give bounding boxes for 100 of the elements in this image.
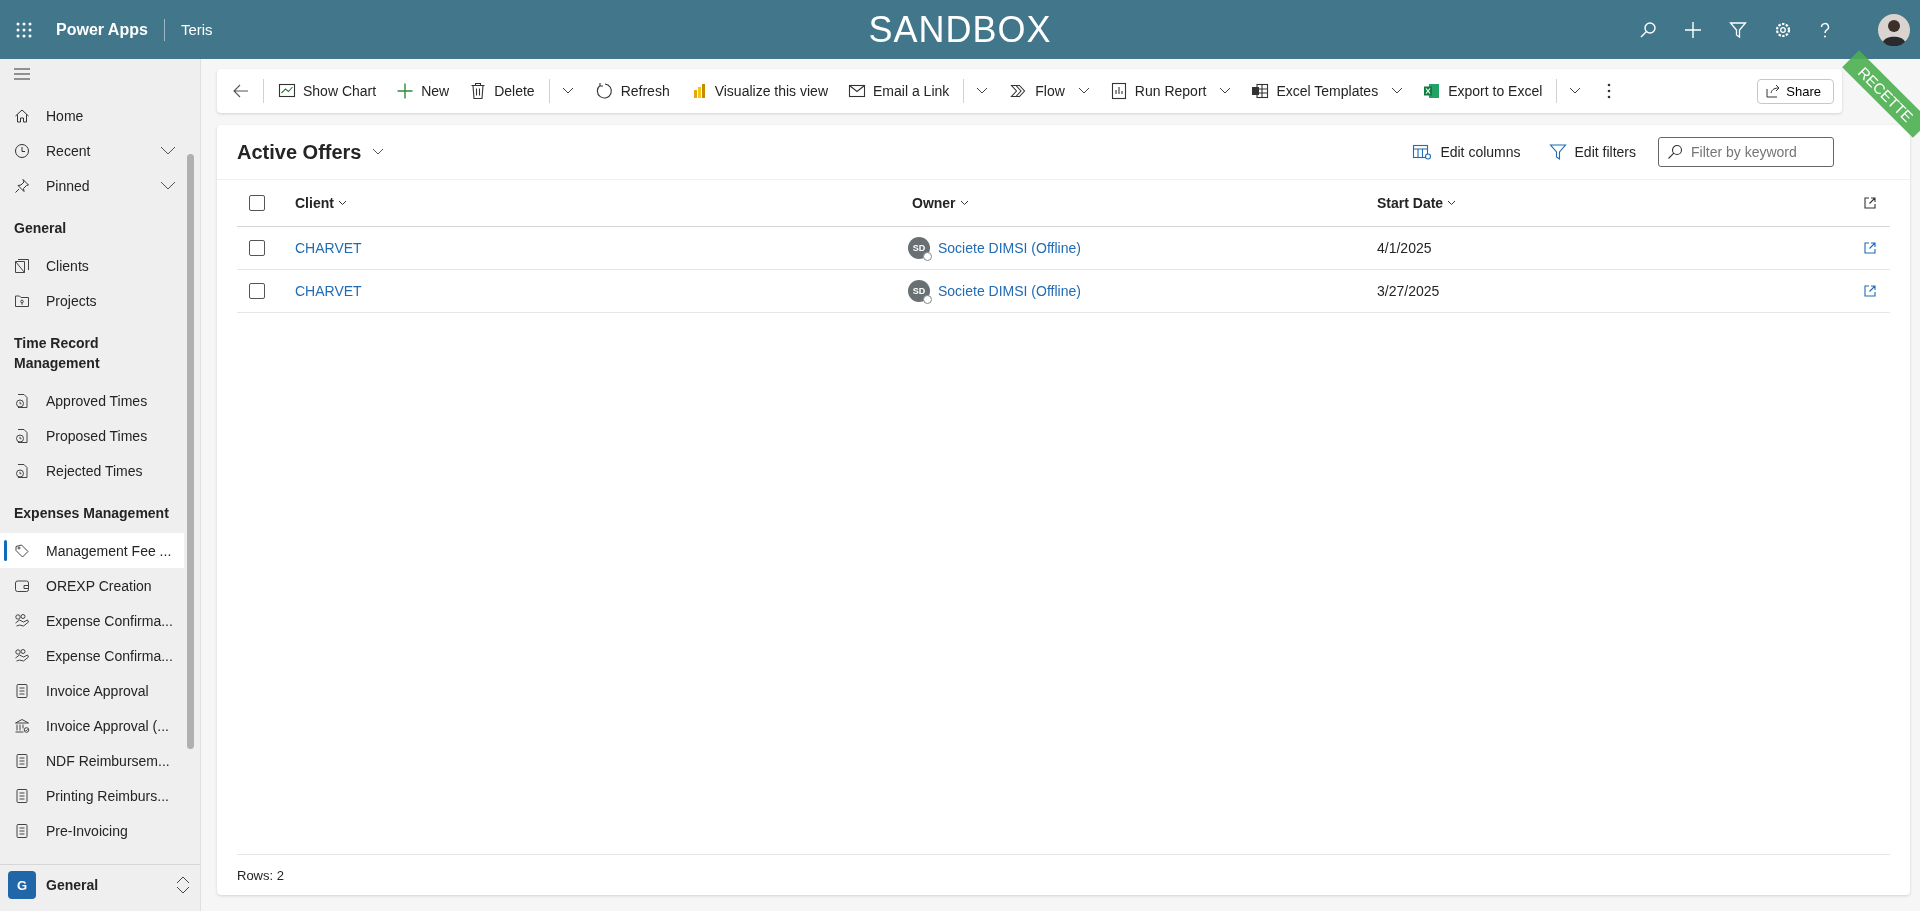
document-icon [14,822,30,839]
chevron-down-icon [1219,87,1232,95]
menu-icon[interactable] [14,68,30,80]
toolbar-button[interactable]: Export to Excel [1413,76,1553,106]
nav-item[interactable]: Recent [0,133,184,168]
owner-link[interactable]: Societe DIMSI (Offline) [938,240,1081,256]
open-external-icon[interactable] [1864,285,1876,297]
chart-icon [278,82,296,100]
column-header[interactable]: Client [295,195,334,211]
search-icon[interactable] [1639,20,1657,39]
nav-item[interactable]: Clients [0,248,184,283]
wallet-icon [14,577,30,594]
environment-name[interactable]: Teris [180,21,213,38]
toolbar-button[interactable]: Show Chart [268,76,387,106]
nav-item[interactable]: OREXP Creation [0,568,184,603]
chevron-down-icon[interactable] [959,200,969,206]
toolbar-button[interactable]: Run Report [1099,76,1242,106]
chevron-down-icon[interactable] [337,200,347,206]
edit-columns-button[interactable]: Edit columns [1406,142,1527,162]
home-icon [14,107,30,124]
toolbar-button[interactable]: New [386,76,460,106]
nav-item[interactable]: Proposed Times [0,418,184,453]
chevron-down-icon[interactable] [1447,200,1457,206]
open-external-icon[interactable] [1864,197,1876,209]
table-cell: 3/27/2025 [1377,283,1440,299]
up-down-chevron-icon [176,876,190,894]
nav-item[interactable]: Home [0,98,184,133]
banner-text: SANDBOX [868,8,1052,51]
owner-link[interactable]: Societe DIMSI (Offline) [938,283,1081,299]
app-name[interactable]: Power Apps [56,20,148,39]
nav-item[interactable]: Printing Reimburs... [0,778,184,813]
chevron-down-icon[interactable] [160,146,176,155]
table-settings-icon [1412,143,1433,161]
nav-item[interactable]: Projects [0,283,184,318]
scrollbar-thumb[interactable] [187,154,194,749]
owner-avatar: SD [908,280,930,302]
filter-field[interactable]: Filter by keyword [1658,137,1834,167]
chevron-down-icon[interactable] [561,87,574,95]
handshake-icon [14,612,30,629]
envelope-icon [848,82,867,100]
toolbar-button[interactable]: Excel Templates [1241,76,1414,106]
tag-icon [14,542,30,559]
document-clock-icon [14,427,30,444]
more-options-icon[interactable] [1607,83,1612,99]
help-icon[interactable] [1819,20,1831,39]
owner-avatar: SD [908,237,930,259]
nav-item[interactable]: Pinned [0,168,184,203]
nav-item[interactable]: Rejected Times [0,453,184,488]
chevron-down-icon[interactable] [160,181,176,190]
toolbar-button[interactable]: Flow [1000,76,1100,106]
nav-item[interactable]: Invoice Approval [0,673,184,708]
toolbar-button[interactable]: Delete [459,76,545,106]
toolbar-button[interactable]: Refresh [585,76,680,106]
document-icon [14,787,30,804]
search-icon [1667,144,1683,160]
area-switcher[interactable]: G General [0,864,200,911]
row-count: Rows: 2 [237,867,284,883]
spreadsheet-icon [1251,82,1270,100]
nav-item[interactable]: Approved Times [0,383,184,418]
nav-group-title: Expenses Management [13,504,170,523]
chevron-down-icon[interactable] [371,148,384,156]
chevron-down-icon[interactable] [1569,87,1582,95]
chevron-down-icon[interactable] [976,87,989,95]
chevron-down-icon [1391,87,1404,95]
row-checkbox[interactable] [249,283,265,299]
row-checkbox[interactable] [249,240,265,256]
edit-filters-button[interactable]: Edit filters [1542,142,1642,162]
toolbar-button[interactable]: Email a Link [838,76,960,106]
view-title[interactable]: Active Offers [237,140,362,164]
column-header[interactable]: Start Date [1377,195,1444,211]
filter-icon[interactable] [1729,20,1747,39]
folder-icon [14,292,30,309]
report-icon [1109,82,1128,100]
nav-item[interactable]: Invoice Approval (... [0,708,184,743]
nav-item[interactable]: Management Fee ... [0,533,184,568]
app-launcher-icon[interactable] [16,21,32,38]
client-link[interactable]: CHARVET [295,240,362,256]
nav-item[interactable]: NDF Reimbursem... [0,743,184,778]
nav-group-title: Time Record Management [13,334,101,373]
chevron-down-icon [1077,87,1090,95]
plus-icon [396,82,415,100]
share-button[interactable]: Share [1757,78,1834,104]
handshake-icon [14,647,30,664]
open-external-icon[interactable] [1864,242,1876,254]
nav-item[interactable]: Expense Confirma... [0,603,184,638]
document-clock-icon [14,392,30,409]
plus-icon[interactable] [1684,20,1702,39]
settings-icon[interactable] [1774,20,1792,39]
nav-item[interactable]: Pre-Invoicing [0,813,184,848]
folder-icon [14,257,30,274]
user-avatar[interactable] [1878,13,1910,46]
spreadsheet-icon [1423,82,1442,100]
back-arrow-icon[interactable] [233,84,249,98]
select-all-checkbox[interactable] [249,195,265,211]
nav-item[interactable]: Expense Confirma... [0,638,184,673]
toolbar-button[interactable]: Visualize this view [679,76,839,106]
document-icon [14,682,30,699]
client-link[interactable]: CHARVET [295,283,362,299]
column-header[interactable]: Owner [912,195,956,211]
pin-icon [14,177,30,194]
